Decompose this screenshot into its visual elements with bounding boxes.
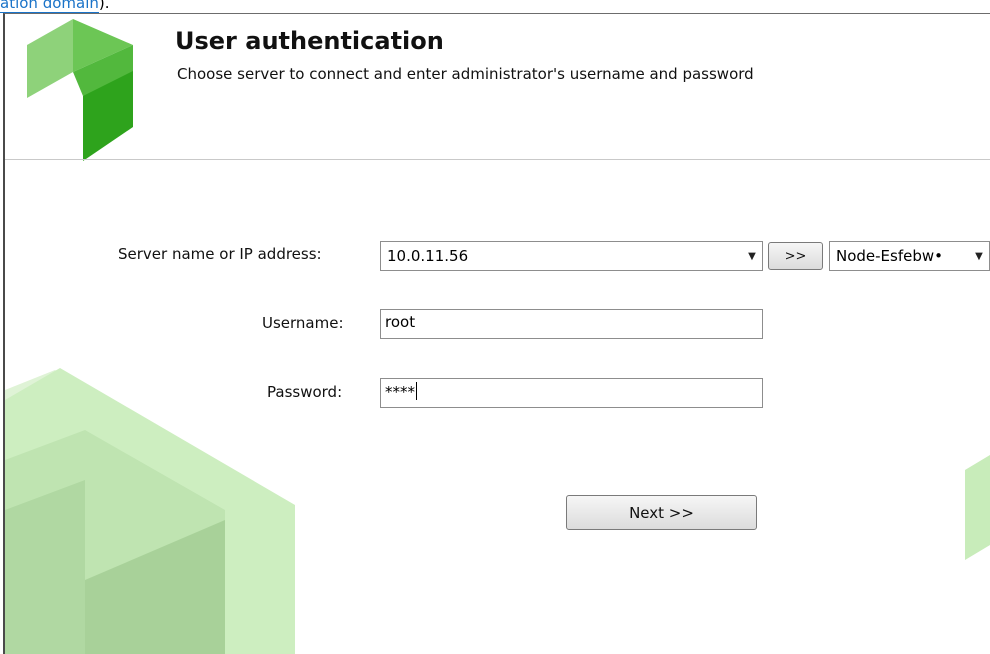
browse-server-button[interactable]: >> (768, 242, 823, 270)
username-input[interactable]: root (380, 309, 763, 339)
top-link-text[interactable]: ation domain (0, 0, 99, 13)
top-link-suffix: ). (98, 0, 110, 12)
header: User authentication Choose server to con… (5, 14, 990, 161)
chevron-down-icon[interactable]: ▼ (742, 242, 762, 270)
chevron-down-icon[interactable]: ▼ (969, 242, 989, 270)
top-link[interactable]: ation domain). (0, 0, 110, 14)
username-label: Username: (262, 314, 344, 332)
password-value: **** (385, 382, 417, 401)
password-mask: **** (385, 383, 415, 401)
password-input[interactable]: **** (380, 378, 763, 408)
app-logo-icon (27, 19, 133, 161)
node-value: Node-Esfebw• (836, 247, 943, 265)
server-value: 10.0.11.56 (387, 247, 469, 265)
username-value: root (385, 313, 416, 331)
password-label: Password: (267, 383, 343, 401)
text-caret (416, 382, 417, 400)
node-combobox[interactable]: Node-Esfebw• ▼ (829, 241, 990, 271)
auth-window: User authentication Choose server to con… (3, 13, 990, 654)
server-combobox[interactable]: 10.0.11.56 ▼ (380, 241, 763, 271)
page-title: User authentication (175, 27, 444, 55)
next-button[interactable]: Next >> (566, 495, 757, 530)
page-subtitle: Choose server to connect and enter admin… (177, 65, 754, 83)
server-label: Server name or IP address: (118, 245, 322, 263)
